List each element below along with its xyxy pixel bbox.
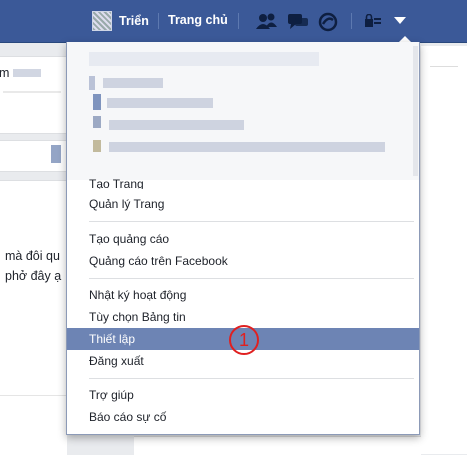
menu-item-report-problem[interactable]: Báo cáo sự cố bbox=[67, 406, 419, 428]
menu-divider bbox=[89, 221, 414, 222]
profile-name: Triển bbox=[119, 14, 149, 28]
blurred-image bbox=[51, 145, 61, 163]
background-card: m bbox=[0, 56, 68, 134]
post-text-line: mà đôi qu bbox=[5, 249, 60, 263]
blurred-row bbox=[109, 120, 244, 130]
menu-item-manage-pages[interactable]: Quản lý Trang bbox=[67, 193, 419, 215]
privacy-shortcuts-icon[interactable] bbox=[364, 14, 384, 32]
menu-item-create-page[interactable]: Tạo Trang bbox=[67, 173, 419, 189]
post-text-line: phở đây ạ bbox=[5, 269, 62, 283]
account-dropdown-menu: Tạo Trang Quản lý Trang Tạo quảng cáo Qu… bbox=[66, 42, 420, 435]
top-navigation-bar: Triển Trang chủ bbox=[0, 0, 467, 43]
menu-item-advertising[interactable]: Quảng cáo trên Facebook bbox=[67, 250, 419, 272]
background-snippet: m bbox=[0, 66, 10, 80]
notifications-icon[interactable] bbox=[318, 12, 338, 32]
blurred-row bbox=[93, 116, 101, 128]
menu-item-activity-log[interactable]: Nhật ký hoạt động bbox=[67, 284, 419, 306]
card-divider bbox=[3, 91, 61, 93]
profile-avatar bbox=[92, 11, 112, 31]
blurred-text bbox=[13, 69, 41, 77]
annotation-step-marker: 1 bbox=[229, 325, 259, 355]
blurred-page-list bbox=[67, 42, 419, 180]
menu-item-create-ads[interactable]: Tạo quảng cáo bbox=[67, 228, 419, 250]
blurred-row bbox=[107, 98, 213, 108]
blurred-row bbox=[93, 94, 101, 110]
nav-separator bbox=[351, 13, 352, 29]
nav-separator bbox=[158, 13, 159, 29]
messages-icon[interactable] bbox=[287, 12, 308, 30]
background-card bbox=[0, 140, 68, 172]
nav-separator bbox=[238, 13, 239, 29]
blurred-row bbox=[103, 78, 163, 88]
menu-divider bbox=[89, 278, 414, 279]
menu-divider bbox=[89, 378, 414, 379]
profile-link[interactable]: Triển bbox=[92, 11, 149, 31]
menu-item-help[interactable]: Trợ giúp bbox=[67, 384, 419, 406]
blurred-row bbox=[109, 142, 385, 152]
account-menu-caret-icon[interactable] bbox=[394, 17, 406, 24]
home-link[interactable]: Trang chủ bbox=[168, 13, 228, 27]
friend-requests-icon[interactable] bbox=[256, 12, 277, 30]
bottom-strip bbox=[134, 436, 421, 455]
scrollbar[interactable] bbox=[413, 46, 418, 176]
blurred-row bbox=[89, 76, 95, 90]
blurred-row bbox=[89, 52, 319, 66]
right-column bbox=[421, 46, 467, 454]
blurred-row bbox=[93, 140, 101, 152]
post-footer-divider bbox=[0, 395, 67, 396]
right-column-divider bbox=[430, 66, 458, 67]
background-post bbox=[0, 180, 67, 455]
